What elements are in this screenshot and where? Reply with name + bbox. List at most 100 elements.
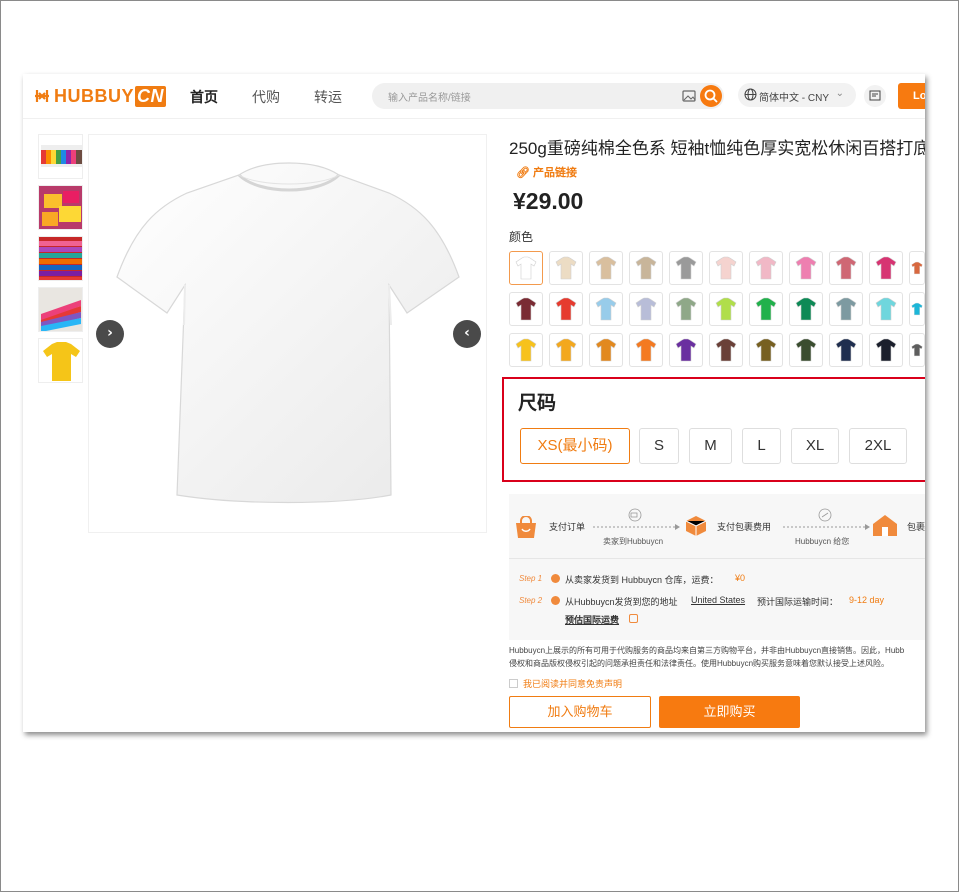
tshirt-swatch-icon: [875, 338, 897, 362]
color-swatch[interactable]: [509, 292, 543, 326]
color-swatch[interactable]: [629, 333, 663, 367]
color-swatch[interactable]: [669, 333, 703, 367]
thumbnail-1[interactable]: [38, 134, 83, 179]
color-swatch[interactable]: [669, 292, 703, 326]
nav-home[interactable]: 首页: [190, 87, 218, 107]
color-swatch[interactable]: [829, 292, 863, 326]
estimate-shipping-link[interactable]: 预估国际运费: [565, 613, 619, 626]
flow-step-package: 包裹: [907, 522, 925, 532]
color-swatch[interactable]: [709, 333, 743, 367]
color-swatch[interactable]: [549, 292, 583, 326]
tshirt-swatch-icon: [795, 256, 817, 280]
tshirt-swatch-icon: [515, 256, 537, 280]
color-swatch[interactable]: [789, 292, 823, 326]
agree-checkbox[interactable]: [509, 679, 518, 688]
thumbnail-image: [43, 342, 80, 381]
next-image-button[interactable]: ›: [96, 320, 124, 348]
step2-time: 9-12 day: [849, 595, 885, 605]
step1-dot: [551, 574, 560, 583]
color-label: 颜色: [509, 230, 534, 244]
color-swatch[interactable]: [709, 292, 743, 326]
color-swatch[interactable]: [829, 333, 863, 367]
van-icon: [628, 508, 642, 522]
color-swatch[interactable]: [909, 292, 925, 326]
disclaimer-line-2: 侵权和商品版权侵权引起的问题承担责任和法律责任。使用Hubbuycn购买服务意味…: [509, 659, 890, 668]
language-currency-select[interactable]: 简体中文 - CNY ⌄: [738, 83, 856, 107]
tshirt-swatch-icon: [911, 302, 923, 316]
message-button[interactable]: [864, 85, 886, 107]
agree-disclaimer[interactable]: 我已阅读并同意免责声明: [509, 677, 622, 690]
color-swatch[interactable]: [629, 292, 663, 326]
size-option-s[interactable]: S: [639, 428, 679, 464]
thumbnail-2[interactable]: [38, 185, 83, 230]
tshirt-swatch-icon: [635, 256, 657, 280]
color-swatch[interactable]: [589, 251, 623, 285]
color-swatch[interactable]: [789, 251, 823, 285]
color-swatch[interactable]: [589, 292, 623, 326]
prev-image-button[interactable]: ‹: [453, 320, 481, 348]
color-swatch[interactable]: [909, 333, 925, 367]
tshirt-swatch-icon: [755, 338, 777, 362]
color-swatch[interactable]: [829, 251, 863, 285]
destination-country-link[interactable]: United States: [691, 595, 745, 605]
color-swatch[interactable]: [549, 333, 583, 367]
color-swatch[interactable]: [589, 333, 623, 367]
search-input[interactable]: 输入产品名称/链接: [388, 89, 471, 104]
color-swatch[interactable]: [549, 251, 583, 285]
logo-suffix: CN: [135, 85, 167, 107]
step1-fee: ¥0: [735, 573, 746, 583]
shopping-bag-icon: [516, 516, 536, 538]
tshirt-swatch-icon: [715, 338, 737, 362]
nav-purchase[interactable]: 代购: [252, 87, 280, 107]
color-swatch[interactable]: [669, 251, 703, 285]
product-link[interactable]: 🔗︎ 产品链接: [516, 164, 577, 180]
color-swatch[interactable]: [509, 251, 543, 285]
thumbnail-3[interactable]: [38, 236, 83, 281]
image-search-icon[interactable]: [681, 88, 697, 104]
calculator-icon[interactable]: [629, 614, 638, 623]
color-swatch[interactable]: [869, 333, 903, 367]
color-swatch[interactable]: [749, 251, 783, 285]
thumbnail-4[interactable]: [38, 287, 83, 332]
divider: [509, 558, 925, 559]
search-button[interactable]: [700, 85, 722, 107]
color-swatch[interactable]: [509, 333, 543, 367]
tshirt-swatch-icon: [835, 338, 857, 362]
chevron-right-icon: ›: [107, 325, 113, 341]
logo-icon: [35, 90, 49, 102]
color-swatch[interactable]: [869, 292, 903, 326]
color-swatch[interactable]: [749, 292, 783, 326]
tshirt-swatch-icon: [515, 338, 537, 362]
tshirt-swatch-icon: [555, 297, 577, 321]
login-button[interactable]: Lo: [898, 83, 925, 109]
product-page: HUBBUY CN 首页 代购 转运 输入产品名称/链接 简体中文 - CNY ⌄…: [23, 74, 925, 732]
shipping-flow-panel: 支付订单 卖家到Hubbuycn 支付包裹费用 Hubbuycn 给您 包裹 S…: [509, 494, 925, 640]
dashed-arrow: [783, 524, 870, 530]
size-option-xs[interactable]: XS(最小码): [520, 428, 630, 464]
thumbnail-image: [41, 145, 82, 167]
shipping-icon: [818, 508, 832, 522]
size-option-2xl[interactable]: 2XL: [849, 428, 907, 464]
buy-now-button[interactable]: 立即购买: [659, 696, 800, 728]
logo[interactable]: HUBBUY CN: [33, 85, 167, 107]
color-swatch[interactable]: [869, 251, 903, 285]
tshirt-swatch-icon: [755, 297, 777, 321]
thumbnail-5[interactable]: [38, 338, 83, 383]
size-option-xl[interactable]: XL: [791, 428, 839, 464]
link-icon: 🔗︎: [516, 167, 530, 179]
color-swatch[interactable]: [709, 251, 743, 285]
color-swatch[interactable]: [789, 333, 823, 367]
color-swatch[interactable]: [629, 251, 663, 285]
color-swatch[interactable]: [749, 333, 783, 367]
tshirt-swatch-icon: [715, 256, 737, 280]
tshirt-swatch-icon: [675, 256, 697, 280]
nav-forwarding[interactable]: 转运: [314, 87, 342, 107]
tshirt-swatch-icon: [755, 256, 777, 280]
color-swatch[interactable]: [909, 251, 925, 285]
add-to-cart-button[interactable]: 加入购物车: [509, 696, 651, 728]
tshirt-swatch-icon: [675, 297, 697, 321]
size-option-l[interactable]: L: [742, 428, 781, 464]
size-option-m[interactable]: M: [689, 428, 732, 464]
search-bar[interactable]: 输入产品名称/链接: [372, 83, 724, 109]
flow-step-pay-order: 支付订单: [549, 522, 586, 532]
